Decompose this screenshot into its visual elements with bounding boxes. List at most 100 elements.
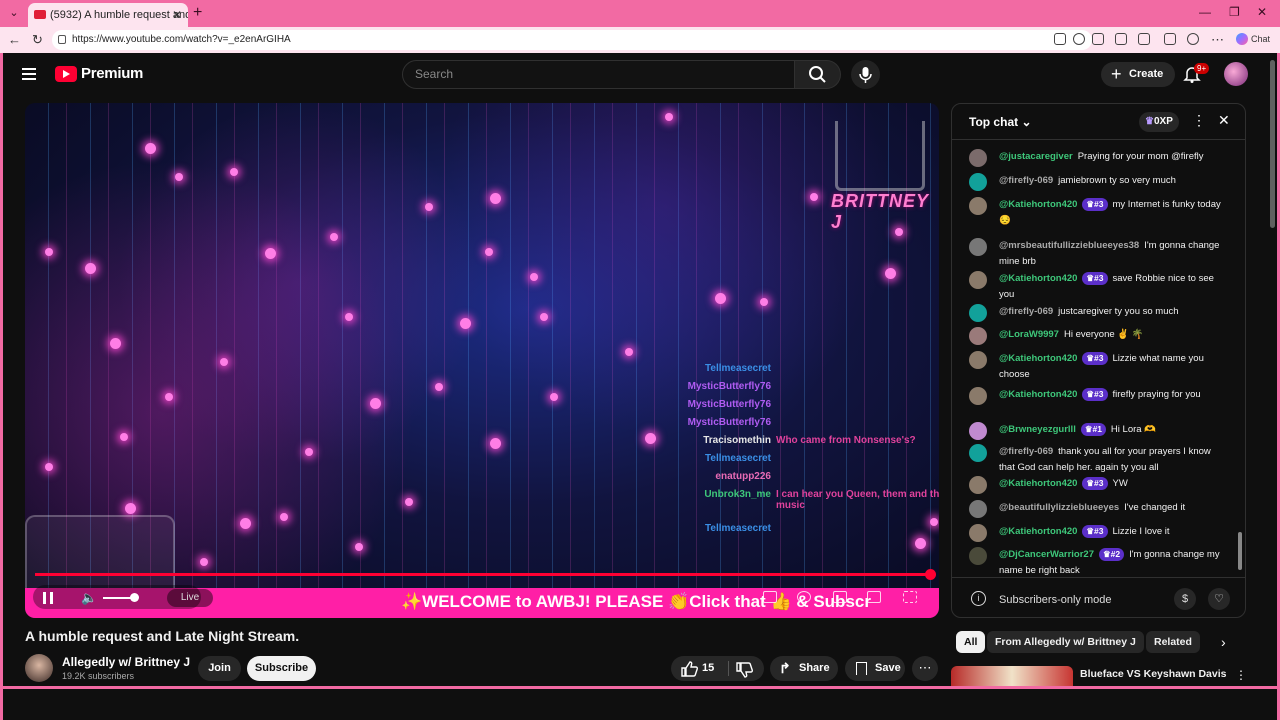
site-info-icon[interactable] [58,35,66,44]
chat-mode-dropdown[interactable]: Top chat ⌄ [969,115,1032,129]
chat-author-avatar[interactable] [969,351,987,369]
save-button[interactable]: Save [845,656,905,681]
guide-menu-icon[interactable] [22,68,36,80]
chat-author-name[interactable]: @Brwneyezgurlll [999,424,1076,435]
super-chat-icon[interactable]: $ [1174,588,1196,610]
stream-brand-mark: BRITTNEY J [831,191,929,232]
chat-author-name[interactable]: @beautifullylizzieblueeyes [999,502,1119,513]
create-button[interactable]: + Create [1101,62,1175,87]
cast-icon[interactable] [867,591,881,603]
chat-author-avatar[interactable] [969,476,987,494]
window-close-icon[interactable]: ✕ [1257,5,1267,19]
live-progress-bar[interactable] [35,573,931,576]
chat-author-name[interactable]: @Katiehorton420 [999,478,1077,489]
search-input[interactable]: Search [402,60,795,89]
chat-author-avatar[interactable] [969,238,987,256]
chat-author-avatar[interactable] [969,547,987,565]
chat-more-icon[interactable]: ⋮ [1192,112,1206,129]
progress-scrubber[interactable] [925,569,936,580]
browser-menu-icon[interactable]: ⋯ [1211,32,1224,48]
pause-icon[interactable] [43,592,53,604]
like-thumb-icon[interactable] [680,660,698,677]
chip-related[interactable]: Related [1146,631,1200,653]
particle-dot [175,173,183,181]
reload-icon[interactable]: ↻ [32,32,43,48]
new-tab-plus-icon[interactable]: + [193,4,202,22]
voice-search-button[interactable] [851,60,880,89]
profile-icon[interactable] [1187,33,1199,45]
tab-search-chevron-icon[interactable]: ⌄ [4,4,24,23]
chat-author-name[interactable]: @firefly-069 [999,306,1053,317]
chat-author-avatar[interactable] [969,173,987,191]
xp-badge[interactable]: ♛0XP [1139,112,1179,132]
chat-author-avatar[interactable] [969,149,987,167]
account-avatar[interactable] [1224,62,1248,86]
url-field[interactable]: https://www.youtube.com/watch?v=_e2enArG… [52,30,1092,50]
chip-from-allegedly-w-brittney-j[interactable]: From Allegedly w/ Brittney J [987,631,1144,653]
channel-name[interactable]: Allegedly w/ Brittney J [62,655,190,669]
search-button[interactable] [795,60,841,89]
video-player[interactable]: BRITTNEY J Tellmeasecret MysticButterfly7… [25,103,939,618]
chat-author-avatar[interactable] [969,304,987,322]
join-button[interactable]: Join [198,656,241,681]
overlay-chat-name: Tellmeasecret [705,363,771,374]
chat-author-avatar[interactable] [969,197,987,215]
chat-author-name[interactable]: @Katiehorton420 [999,273,1077,284]
live-indicator[interactable]: Live [167,589,213,607]
volume-knob[interactable] [130,593,139,602]
chat-close-icon[interactable]: ✕ [1218,112,1230,129]
particle-dot [550,393,558,401]
zoom-icon[interactable] [1073,33,1085,45]
chat-author-name[interactable]: @LoraW9997 [999,329,1059,340]
chat-author-avatar[interactable] [969,500,987,518]
chat-author-avatar[interactable] [969,271,987,289]
volume-slider[interactable] [103,597,133,599]
share-button[interactable]: ↱ Share [770,656,838,681]
info-icon[interactable]: i [971,591,986,606]
recommended-video-thumbnail[interactable] [951,666,1073,686]
settings-gear-icon[interactable] [797,591,811,603]
volume-icon[interactable]: 🔈 [81,590,97,606]
chip-all[interactable]: All [956,631,986,653]
recommended-more-icon[interactable]: ⋮ [1235,668,1247,682]
chat-author-name[interactable]: @Katiehorton420 [999,389,1077,400]
chat-author-name[interactable]: @firefly-069 [999,175,1053,186]
tab-close-icon[interactable]: ✕ [172,3,182,27]
chat-author-avatar[interactable] [969,524,987,542]
page-scrollbar[interactable] [1270,60,1275,228]
chat-author-name[interactable]: @DjCancerWarrior27 [999,549,1094,560]
downloads-icon[interactable] [1164,33,1176,45]
live-chat-panel: Top chat ⌄ ♛0XP ⋮ ✕ @justacaregiver Prayi… [951,103,1246,618]
chat-author-name[interactable]: @Katiehorton420 [999,199,1077,210]
subtitles-icon[interactable] [763,591,777,603]
more-actions-icon[interactable]: ⋯ [912,656,938,681]
chat-author-name[interactable]: @Katiehorton420 [999,353,1077,364]
chat-author-avatar[interactable] [969,387,987,405]
back-arrow-icon[interactable]: ← [8,32,21,47]
chat-author-avatar[interactable] [969,327,987,345]
chat-author-avatar[interactable] [969,444,987,462]
browser-tab-active[interactable]: (5932) A humble request and Late ✕ [28,3,188,27]
miniplayer-icon[interactable] [833,591,847,603]
chat-author-name[interactable]: @firefly-069 [999,446,1053,457]
extensions-icon[interactable] [1115,33,1127,45]
bookmark-star-icon[interactable] [1092,33,1104,45]
channel-avatar[interactable] [25,654,53,682]
app-grid-icon[interactable] [1054,33,1066,45]
chat-author-name[interactable]: @mrsbeautifullizzieblueeyes38 [999,240,1139,251]
dislike-thumb-icon[interactable] [735,662,753,679]
restore-icon[interactable]: ❐ [1229,5,1240,19]
chat-scrollbar[interactable] [1238,532,1242,570]
chips-next-chevron-icon[interactable]: › [1221,634,1226,650]
recommended-video-title[interactable]: Blueface VS Keyshawn Davis [1080,668,1226,680]
copilot-chat-button[interactable]: Chat [1236,33,1270,45]
chat-author-name[interactable]: @justacaregiver [999,151,1073,162]
favorites-icon[interactable] [1138,33,1150,45]
fullscreen-icon[interactable] [903,591,917,603]
minimize-icon[interactable]: — [1199,5,1211,19]
chat-author-avatar[interactable] [969,422,987,440]
chat-extension-label: Chat [1251,34,1271,44]
chat-author-name[interactable]: @Katiehorton420 [999,526,1077,537]
heart-icon[interactable]: ♡ [1208,588,1230,610]
subscribe-button[interactable]: Subscribe [247,656,316,681]
